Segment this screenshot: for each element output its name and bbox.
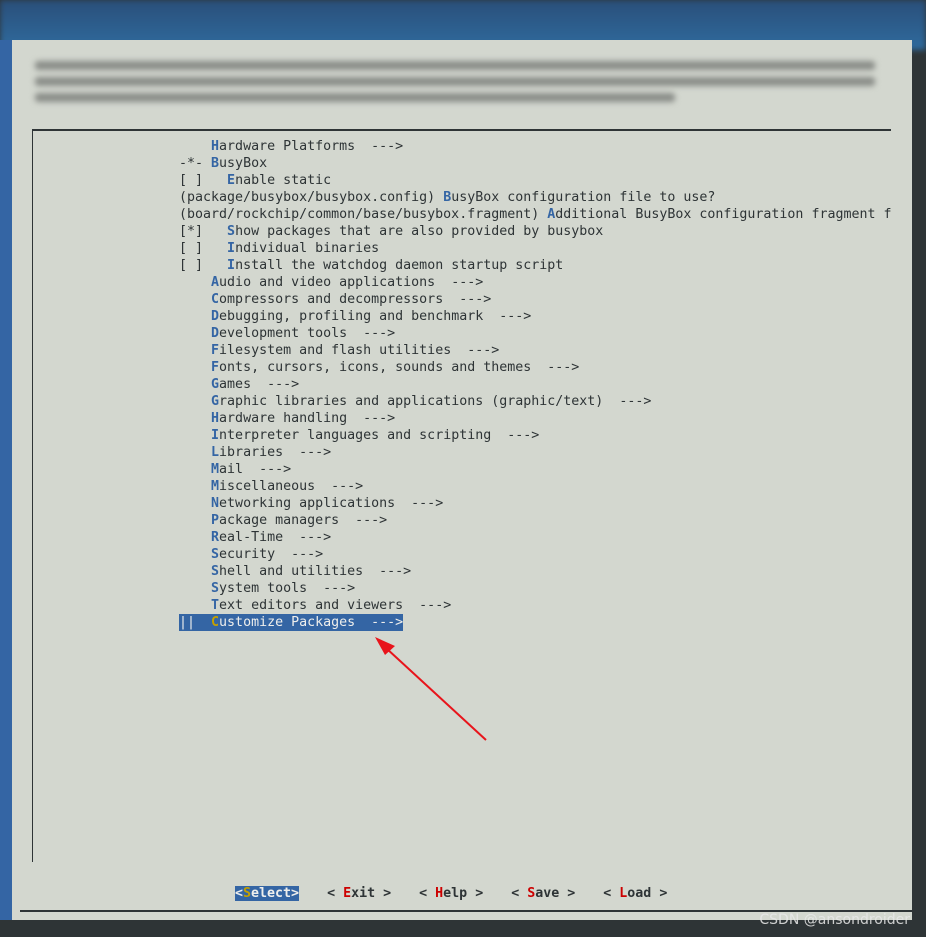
annotation-arrow-icon: [375, 637, 487, 741]
